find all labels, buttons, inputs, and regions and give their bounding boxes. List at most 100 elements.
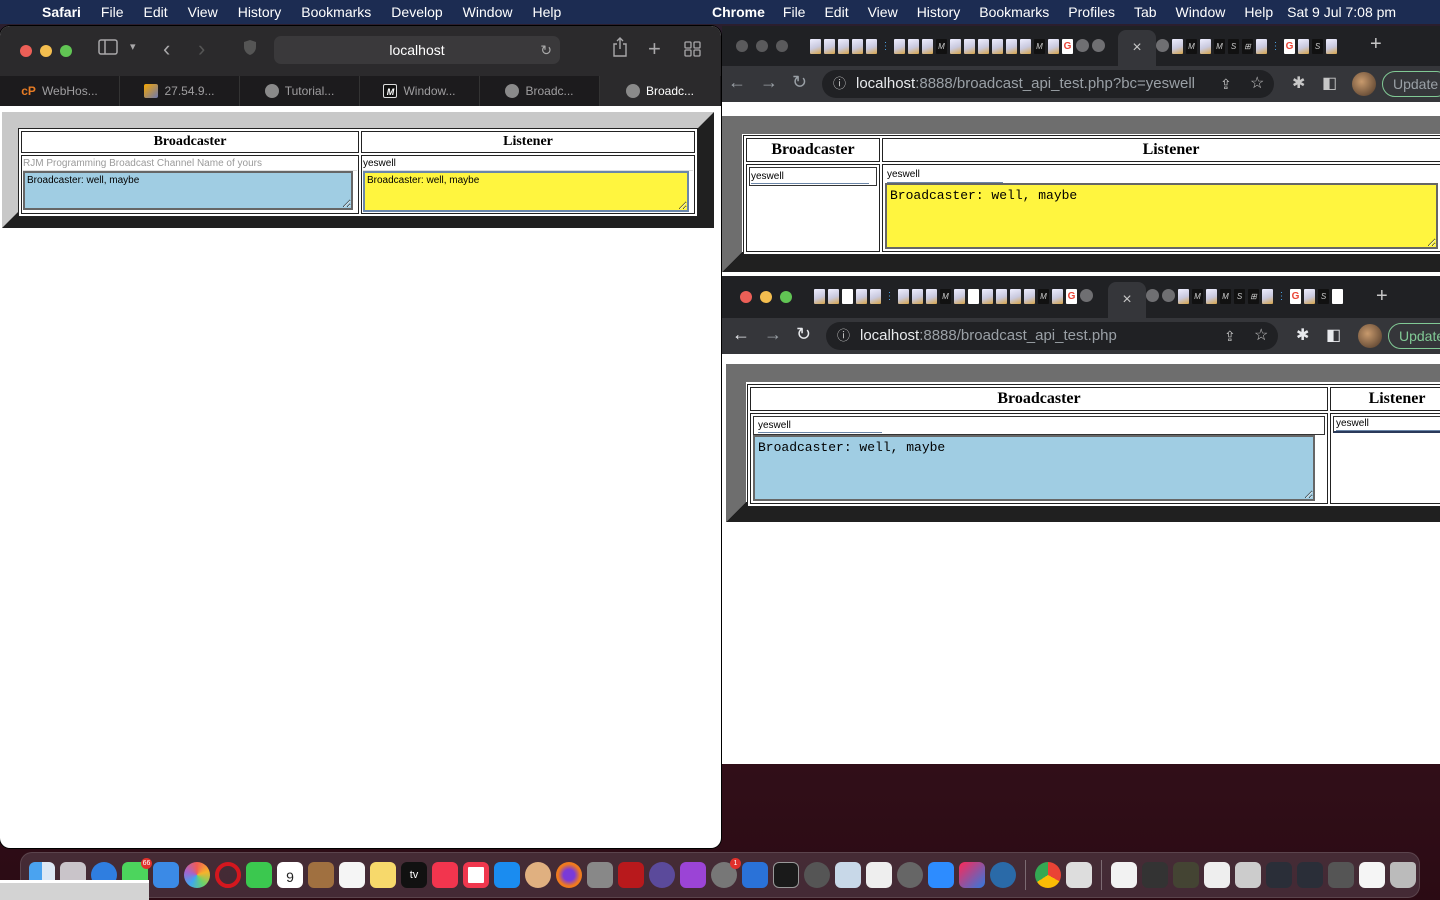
omnibox[interactable]: ⓘ localhost:8888/broadcast_api_test.php?… — [822, 70, 1274, 98]
zoom-button[interactable] — [776, 40, 788, 52]
tab-tutorial[interactable]: Tutorial... — [240, 76, 360, 106]
new-tab-icon[interactable]: + — [1376, 285, 1388, 308]
pinned-tab-favicons[interactable]: ⋮ M M G — [810, 39, 1105, 54]
minimized-window-icon[interactable] — [1142, 862, 1168, 888]
tab-overview-icon[interactable] — [684, 41, 702, 62]
minimized-window-icon[interactable] — [1173, 862, 1199, 888]
menu-help[interactable]: Help — [532, 4, 561, 20]
chrome-icon[interactable] — [1035, 862, 1061, 888]
menu-develop[interactable]: Develop — [391, 4, 442, 20]
extensions-icon[interactable]: ✱ — [1296, 325, 1309, 345]
quicktime-icon[interactable] — [990, 862, 1016, 888]
podcasts-icon[interactable] — [680, 862, 706, 888]
bbedit-icon[interactable] — [649, 862, 675, 888]
share-icon[interactable]: ⇪ — [1220, 70, 1232, 98]
menu-file[interactable]: File — [783, 4, 806, 20]
broadcaster-message-textarea[interactable]: Broadcaster: well, maybe — [23, 171, 353, 210]
listener-channel-input[interactable] — [363, 157, 693, 171]
menu-file[interactable]: File — [101, 4, 124, 20]
paint-palette-icon[interactable] — [525, 862, 551, 888]
tab-webhost[interactable]: cP WebHos... — [0, 76, 120, 106]
bookmark-star-icon[interactable]: ☆ — [1250, 70, 1264, 98]
info-icon[interactable]: ⓘ — [833, 70, 846, 98]
privacy-shield-icon[interactable] — [243, 39, 257, 61]
broadcaster-message-textarea[interactable]: Broadcaster: well, maybe — [753, 435, 1315, 501]
menu-profiles[interactable]: Profiles — [1068, 4, 1115, 20]
profile-avatar[interactable] — [1358, 324, 1382, 348]
tab-broadcast-active[interactable]: Broadc... — [600, 76, 720, 106]
listener-message-textarea[interactable]: Broadcaster: well, maybe — [363, 171, 689, 212]
menu-window[interactable]: Window — [463, 4, 513, 20]
minimized-window-icon[interactable] — [1359, 862, 1385, 888]
update-button[interactable]: Update — [1388, 323, 1440, 349]
sidebar-toggle-icon[interactable] — [98, 39, 118, 60]
forward-icon[interactable]: → — [760, 72, 778, 93]
new-tab-icon[interactable]: + — [648, 36, 661, 62]
reload-icon[interactable]: ↻ — [796, 324, 811, 345]
zoom-button[interactable] — [780, 291, 792, 303]
menu-app-name[interactable]: Chrome — [712, 4, 765, 20]
back-icon[interactable]: ← — [732, 324, 750, 345]
back-icon[interactable]: ‹ — [163, 36, 170, 62]
share-icon[interactable] — [612, 37, 628, 62]
screenshot-tool-icon[interactable] — [1066, 862, 1092, 888]
pinned-tab-favicons[interactable]: ⋮ M M G — [814, 289, 1093, 304]
zoom-app-icon[interactable] — [928, 862, 954, 888]
minimized-window-icon[interactable] — [1266, 862, 1292, 888]
minimized-window-icon[interactable] — [1204, 862, 1230, 888]
extensions-icon[interactable]: ✱ — [1292, 73, 1305, 93]
info-icon[interactable]: ⓘ — [837, 322, 850, 350]
tab-window[interactable]: M Window... — [360, 76, 480, 106]
minimized-window-icon[interactable] — [1297, 862, 1323, 888]
reminders-icon[interactable] — [339, 862, 365, 888]
notes-icon[interactable] — [370, 862, 396, 888]
preview-icon[interactable] — [835, 862, 861, 888]
minimize-button[interactable] — [756, 40, 768, 52]
active-tab-close-icon[interactable]: × — [1118, 30, 1156, 66]
close-button[interactable] — [740, 291, 752, 303]
menu-help[interactable]: Help — [1244, 4, 1273, 20]
menu-view[interactable]: View — [868, 4, 898, 20]
calculator-icon[interactable] — [587, 862, 613, 888]
menu-history[interactable]: History — [917, 4, 961, 20]
menu-tab[interactable]: Tab — [1134, 4, 1157, 20]
new-tab-icon[interactable]: + — [1370, 33, 1382, 56]
apple-tv-icon[interactable]: tv — [401, 862, 427, 888]
contacts-icon[interactable] — [308, 862, 334, 888]
address-bar[interactable]: localhost ↻ — [274, 36, 560, 64]
mamp-icon[interactable] — [804, 862, 830, 888]
update-button[interactable]: Update — [1382, 71, 1440, 97]
bookmark-star-icon[interactable]: ☆ — [1254, 322, 1268, 350]
close-button[interactable] — [736, 40, 748, 52]
opera-icon[interactable] — [215, 862, 241, 888]
broadcaster-channel-input[interactable] — [751, 169, 869, 184]
trash-icon[interactable] — [1390, 862, 1416, 888]
photos-icon[interactable] — [184, 862, 210, 888]
calendar-icon[interactable]: 9 — [277, 862, 303, 888]
active-tab-close-icon[interactable]: × — [1108, 282, 1146, 318]
gimp-icon[interactable] — [897, 862, 923, 888]
omnibox[interactable]: ⓘ localhost:8888/broadcast_api_test.php … — [826, 322, 1278, 350]
chevron-down-icon[interactable]: ▾ — [130, 40, 136, 53]
facetime-icon[interactable] — [246, 862, 272, 888]
back-icon[interactable]: ← — [728, 72, 746, 93]
minimized-window-icon[interactable] — [1235, 862, 1261, 888]
menu-view[interactable]: View — [188, 4, 218, 20]
menu-bookmarks[interactable]: Bookmarks — [301, 4, 371, 20]
side-panel-icon[interactable]: ◧ — [1326, 325, 1341, 345]
share-icon[interactable]: ⇪ — [1224, 322, 1236, 350]
mail-icon[interactable] — [153, 862, 179, 888]
menu-app-name[interactable]: Safari — [42, 4, 81, 20]
minimized-window-icon[interactable] — [1328, 862, 1354, 888]
menu-edit[interactable]: Edit — [143, 4, 167, 20]
zoom-button[interactable] — [60, 45, 72, 57]
terminal-icon[interactable] — [773, 862, 799, 888]
tab-phpmyadmin[interactable]: 27.54.9... — [120, 76, 240, 106]
tab-broadcast-1[interactable]: Broadc... — [480, 76, 600, 106]
downloads-folder-icon[interactable] — [1111, 862, 1137, 888]
news-icon[interactable] — [463, 862, 489, 888]
app-store-icon[interactable] — [494, 862, 520, 888]
document-icon[interactable] — [866, 862, 892, 888]
forward-icon[interactable]: → — [764, 324, 782, 345]
firefox-icon[interactable] — [556, 862, 582, 888]
